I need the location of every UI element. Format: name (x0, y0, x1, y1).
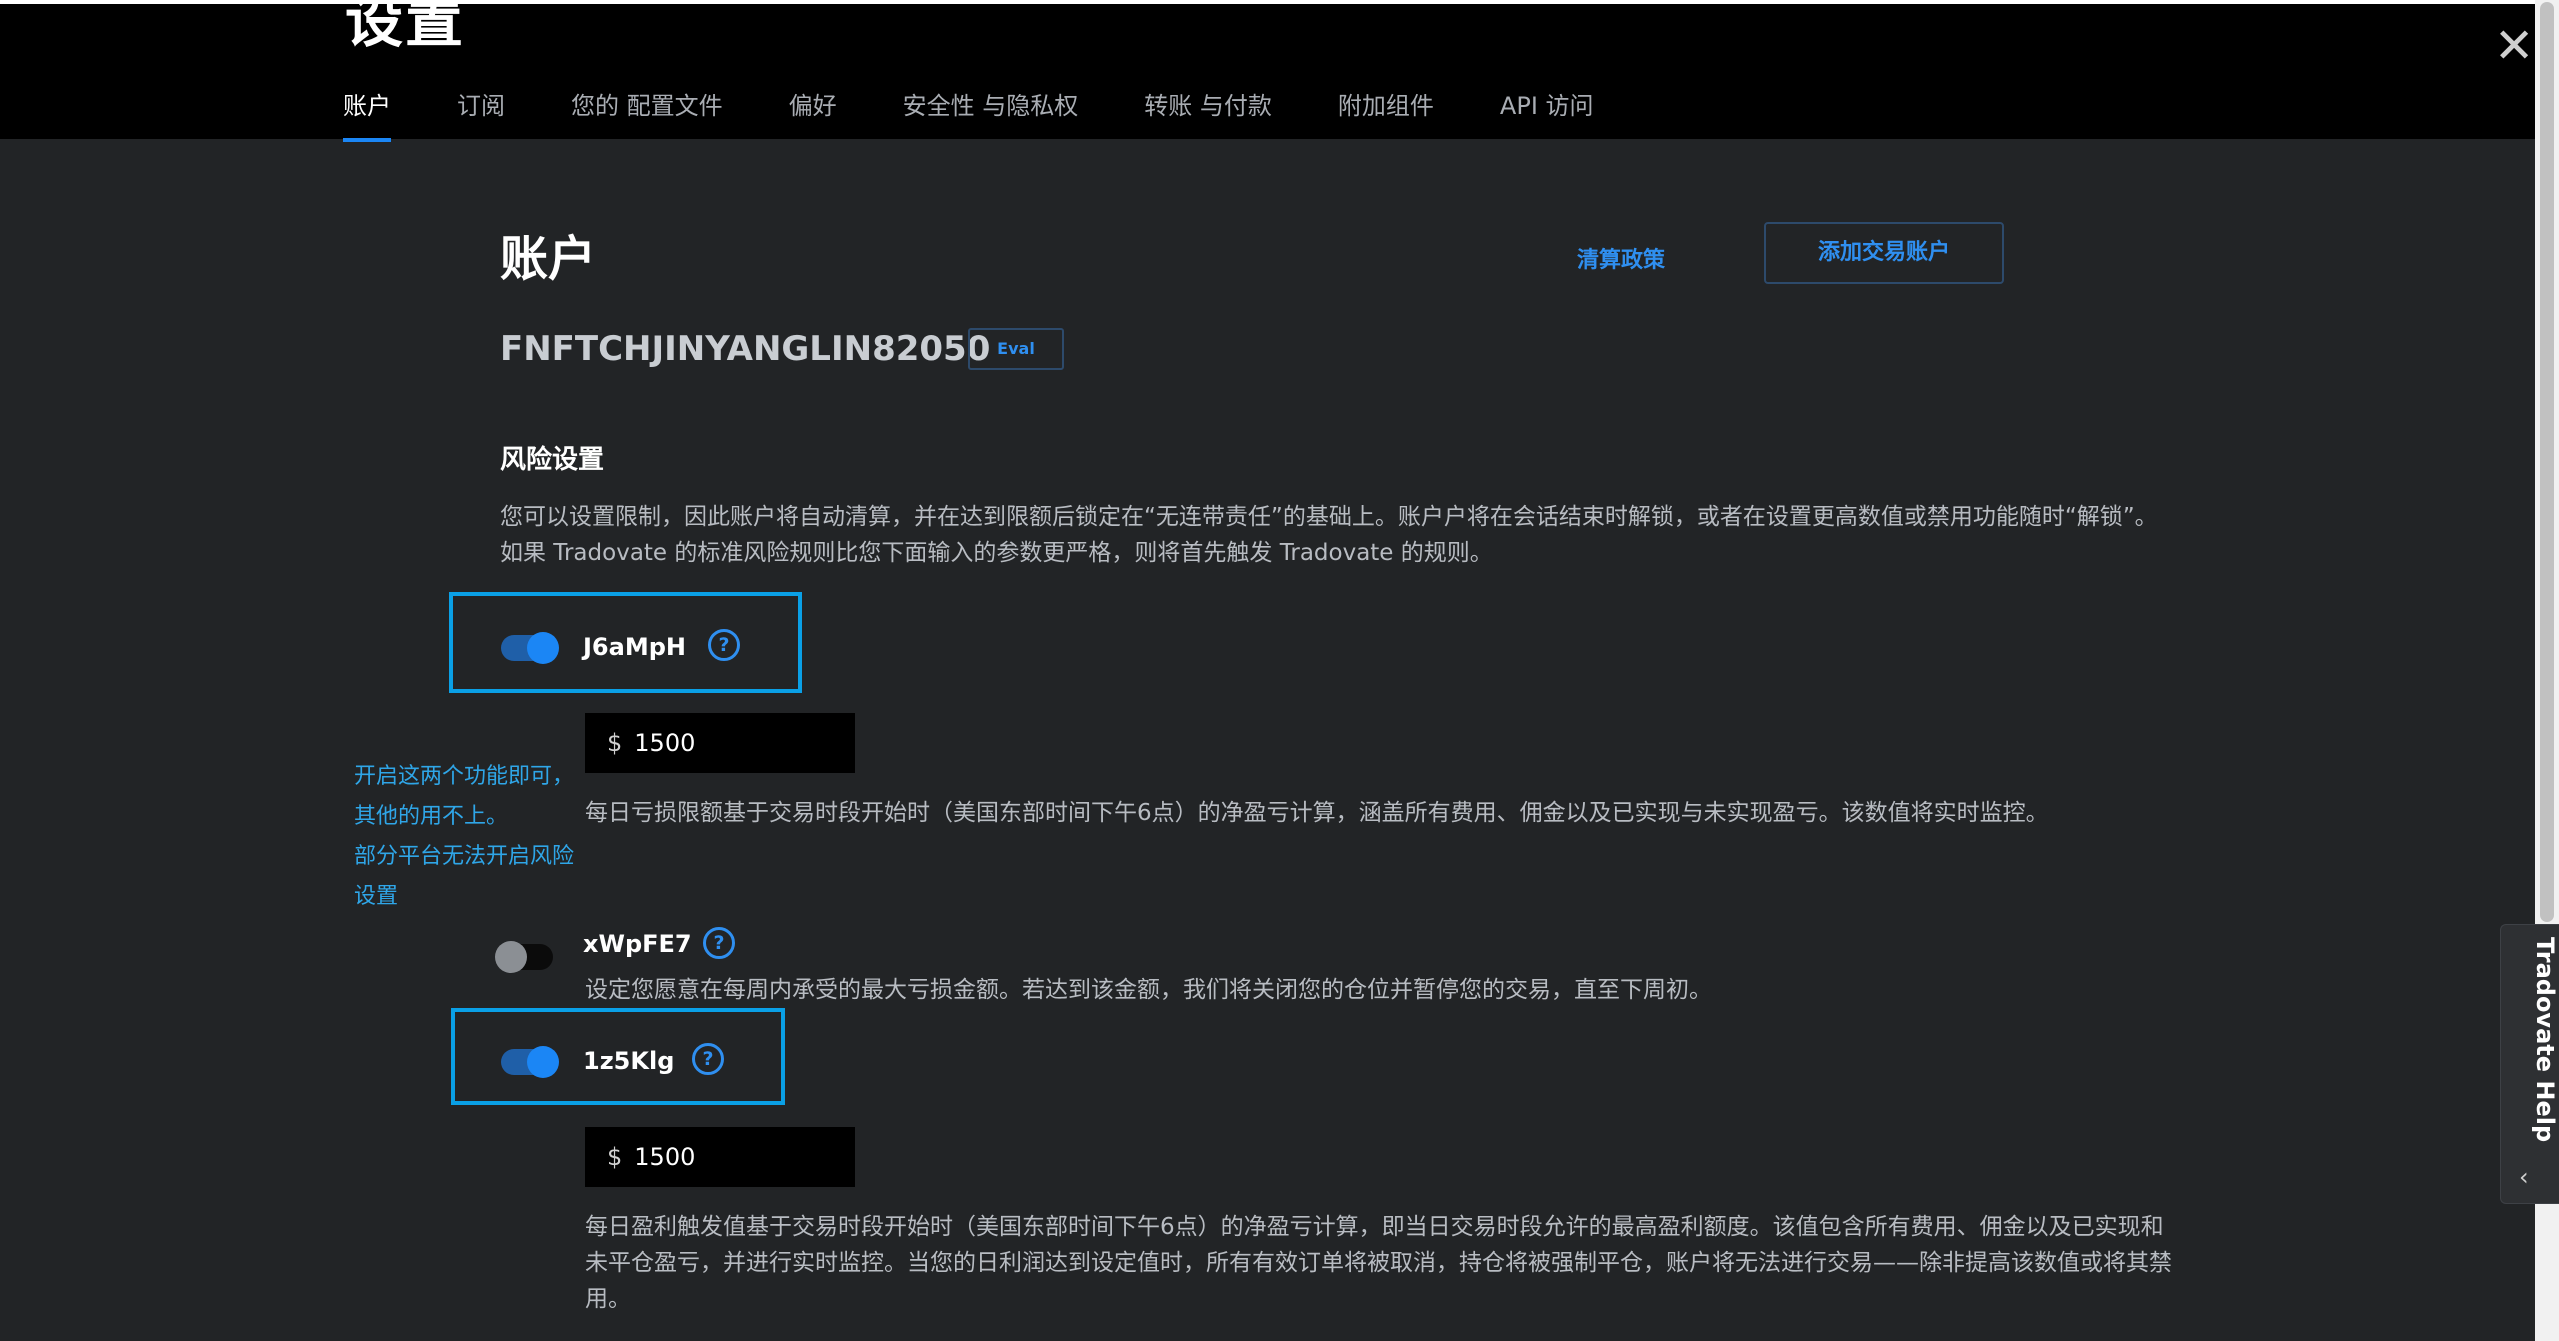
risk-settings-intro: 您可以设置限制，因此账户将自动清算，并在达到限额后锁定在“无连带责任”的基础上。… (500, 504, 2158, 566)
toggle-daily-loss-limit[interactable] (501, 632, 559, 664)
tab-addons[interactable]: 附加组件 (1338, 88, 1434, 142)
add-trading-account-button[interactable]: 添加交易账户 (1764, 222, 2004, 284)
input-value: 1500 (634, 1143, 696, 1171)
settings-title: 设置 (345, 0, 466, 55)
annotation-line: 其他的用不上。 (354, 804, 509, 829)
scrollbar-thumb[interactable] (2540, 2, 2554, 922)
account-type-badge: Eval (968, 328, 1064, 370)
annotation-line: 开启这两个功能即可， (354, 764, 575, 789)
page-title: 账户 (500, 231, 597, 287)
help-tab-label: Tradovate Help (2531, 937, 2559, 1143)
daily-profit-description: 每日盈利触发值基于交易时段开始时（美国东部时间下午6点）的净盈亏计算，即当日交易… (585, 1214, 2172, 1312)
weekly-loss-description: 设定您愿意在每周内承受的最大亏损金额。若达到该金额，我们将关闭您的仓位并暂停您的… (585, 977, 1712, 1003)
toggle-knob (527, 632, 559, 664)
rule-label-daily-loss: J6aMpH (583, 633, 686, 661)
tab-security-privacy[interactable]: 安全性 与隐私权 (903, 88, 1079, 142)
toggle-weekly-loss-limit[interactable] (495, 941, 553, 973)
annotation-line: 部分平台无法开启风险 (354, 844, 575, 869)
help-icon[interactable]: ? (708, 629, 740, 661)
daily-loss-description: 每日亏损限额基于交易时段开始时（美国东部时间下午6点）的净盈亏计算，涵盖所有费用… (585, 800, 2049, 826)
tab-account[interactable]: 账户 (343, 88, 391, 142)
settings-tabs: 账户 订阅 您的 配置文件 偏好 安全性 与隐私权 转账 与付款 附加组件 AP… (343, 88, 1660, 142)
tab-subscriptions[interactable]: 订阅 (457, 88, 505, 142)
tab-preferences[interactable]: 偏好 (789, 88, 837, 142)
input-value: 1500 (634, 729, 696, 757)
toggle-knob (527, 1046, 559, 1078)
tradovate-help-tab[interactable]: Tradovate Help ‹ (2500, 924, 2559, 1204)
tab-api-access[interactable]: API 访问 (1500, 88, 1594, 142)
toggle-knob (495, 941, 527, 973)
annotation-line: 设置 (354, 884, 399, 909)
daily-profit-target-input[interactable]: $1500 (585, 1127, 855, 1187)
tab-profile[interactable]: 您的 配置文件 (571, 88, 723, 142)
daily-loss-limit-input[interactable]: $1500 (585, 713, 855, 773)
toggle-daily-profit-target[interactable] (501, 1046, 559, 1078)
liquidation-policy-link[interactable]: 清算政策 (1577, 242, 1665, 274)
tab-transfers-payments[interactable]: 转账 与付款 (1144, 88, 1272, 142)
currency-symbol: $ (607, 1143, 623, 1171)
close-icon[interactable]: ✕ (2494, 22, 2534, 70)
settings-header: 设置 ✕ 账户 订阅 您的 配置文件 偏好 安全性 与隐私权 转账 与付款 附加… (0, 0, 2535, 142)
account-id: FNFTCHJINYANGLIN82050 (500, 329, 991, 369)
risk-settings-title: 风险设置 (500, 445, 605, 475)
help-icon[interactable]: ? (692, 1043, 724, 1075)
chevron-left-icon[interactable]: ‹ (2519, 1163, 2529, 1191)
account-settings-panel: 账户 清算政策 添加交易账户 FNFTCHJINYANGLIN82050 Eva… (0, 139, 2535, 1341)
currency-symbol: $ (607, 729, 623, 757)
user-annotation: 开启这两个功能即可， 其他的用不上。 部分平台无法开启风险 设置 (354, 757, 594, 917)
rule-label-daily-profit: 1z5Klg (583, 1047, 675, 1075)
help-icon[interactable]: ? (703, 927, 735, 959)
rule-label-weekly-loss: xWpFE7 (583, 930, 692, 958)
